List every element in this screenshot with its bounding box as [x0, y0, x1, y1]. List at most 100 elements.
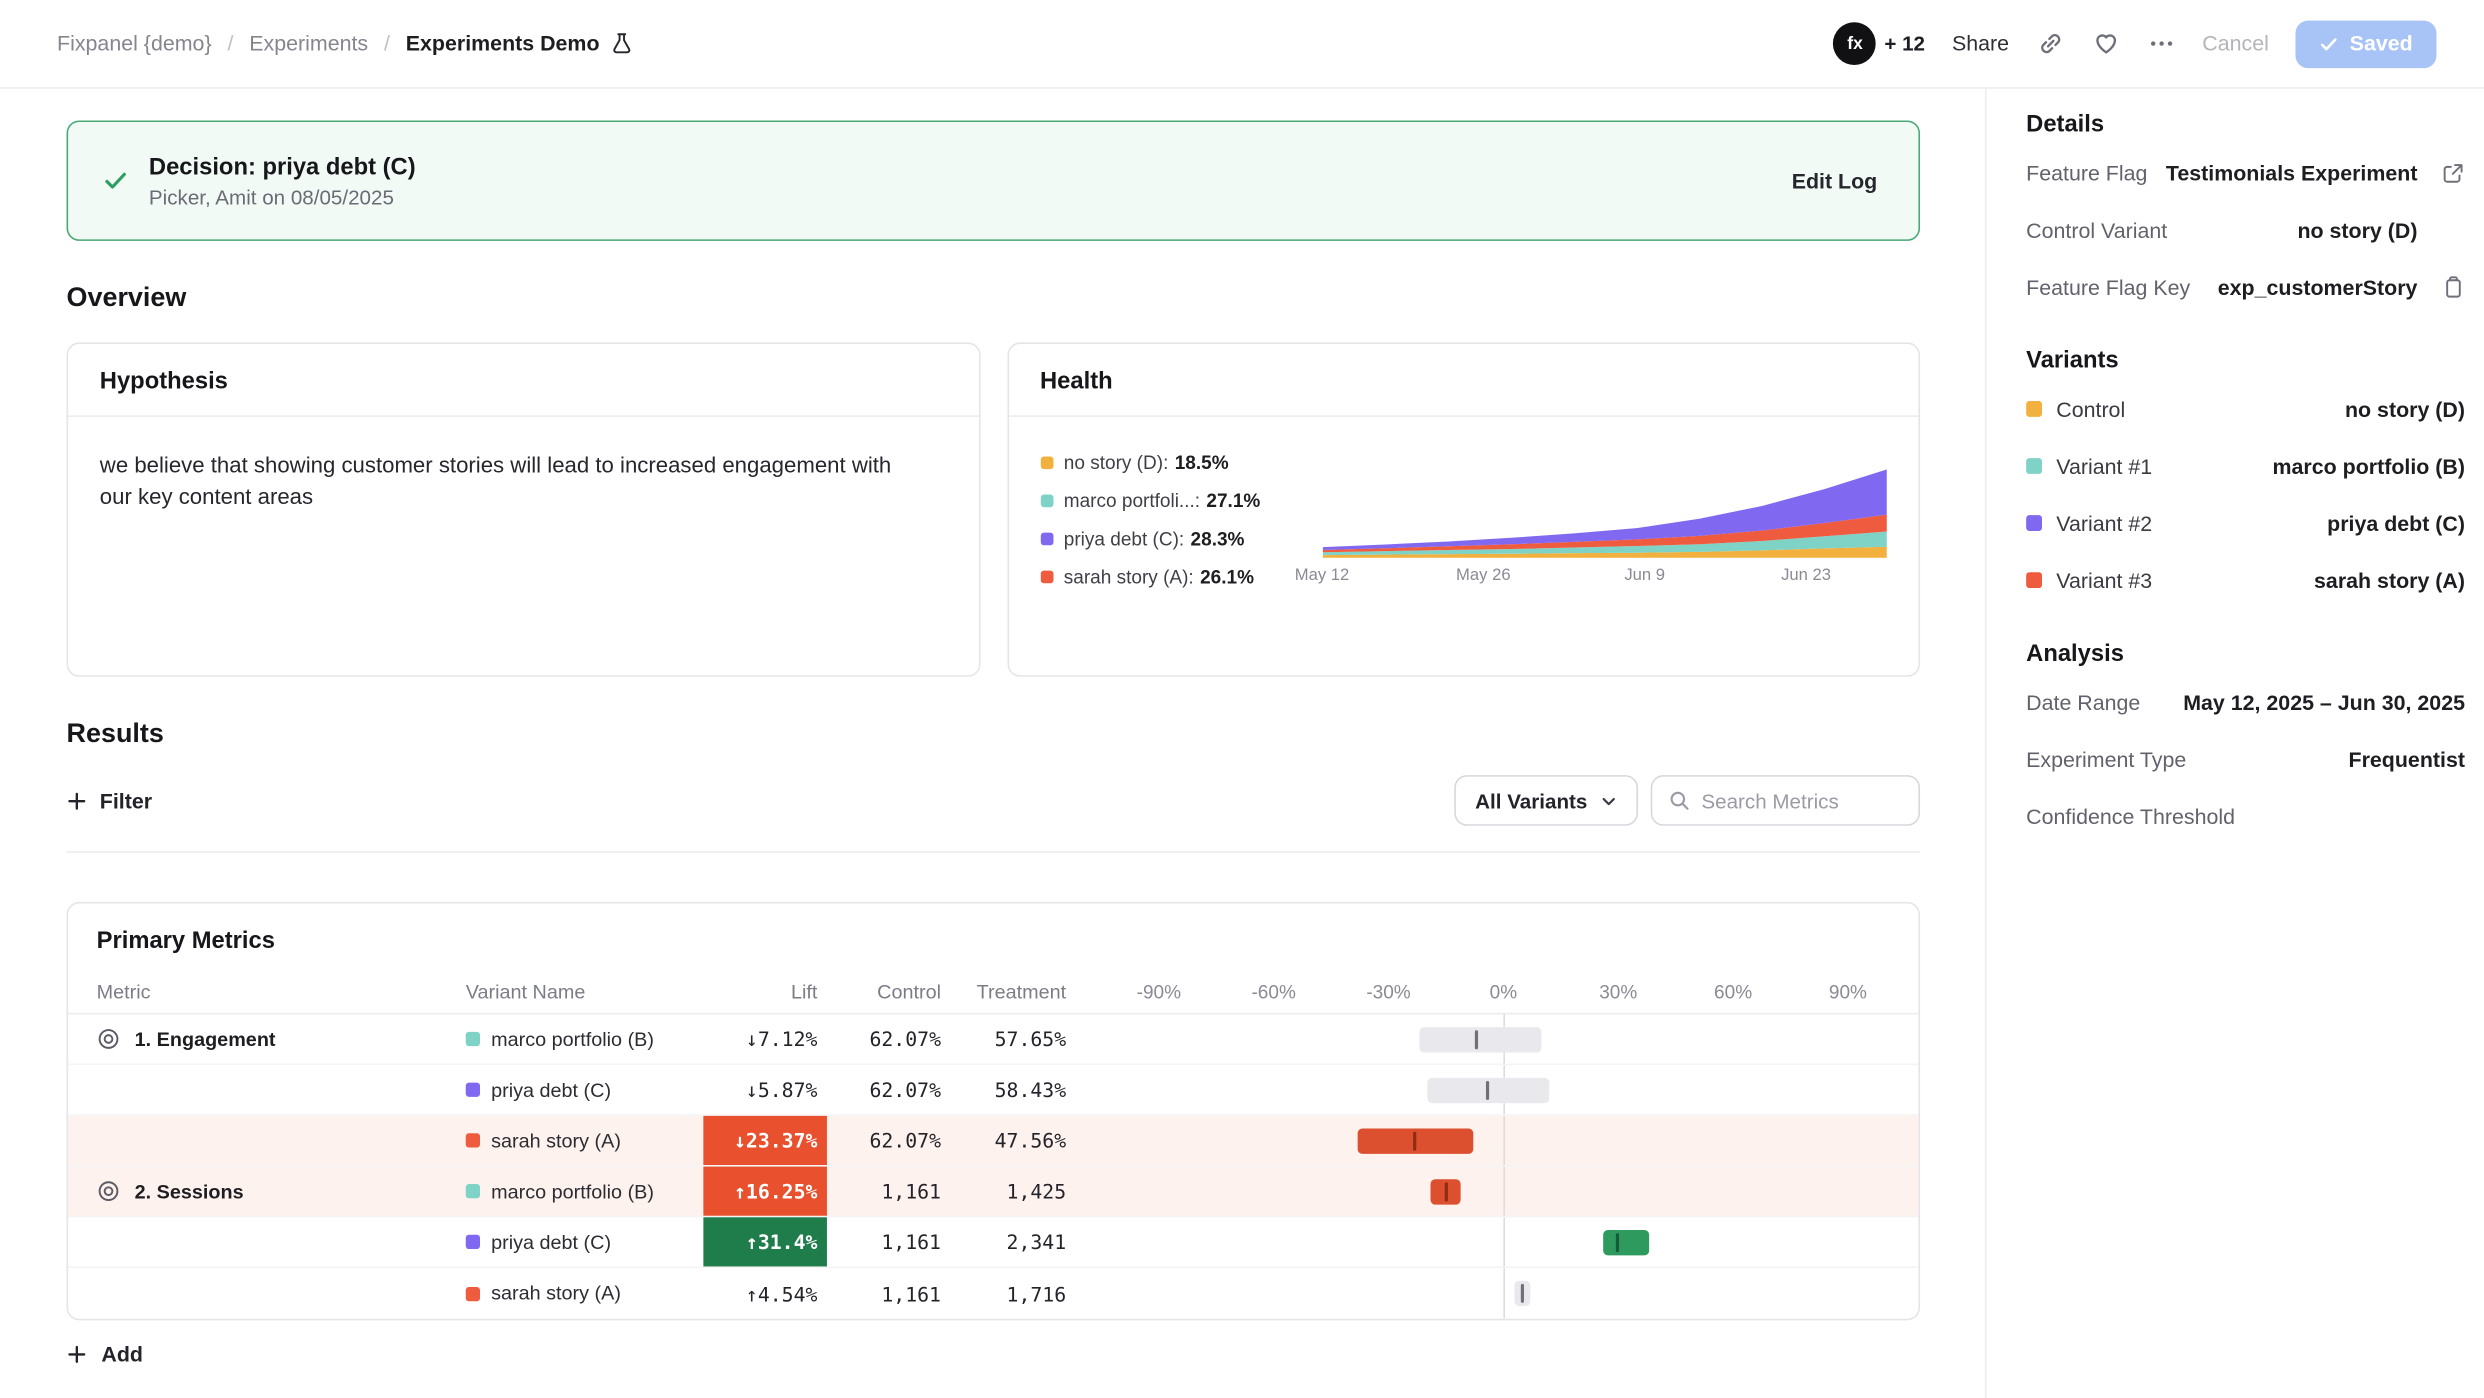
details-section-title: Details: [2026, 111, 2465, 138]
control-value: 1,161: [827, 1230, 951, 1254]
column-header-control: Control: [827, 980, 951, 1002]
variant-color-dot: [466, 1286, 480, 1300]
app: Fixpanel {demo} / Experiments / Experime…: [0, 0, 2484, 1398]
details-section: Details Feature Flag Testimonials Experi…: [2026, 111, 2465, 315]
axis-tick-label: -30%: [1366, 980, 1410, 1002]
link-icon: [2037, 30, 2064, 57]
treatment-value: 1,716: [951, 1281, 1076, 1305]
variant-row-3: Variant #3 sarah story (A): [2026, 552, 2465, 609]
top-bar: Fixpanel {demo} / Experiments / Experime…: [0, 0, 2484, 89]
overview-heading: Overview: [67, 282, 1920, 314]
variant-value: no story (D): [2345, 397, 2465, 421]
filter-label: Filter: [100, 789, 152, 813]
detail-value: no story (D): [2297, 218, 2417, 242]
variant-value: marco portfolio (B): [2273, 454, 2465, 478]
lift-cell: ↓23.37%: [703, 1116, 827, 1165]
confidence-interval-bar: [1419, 1026, 1542, 1051]
variant-value: sarah story (A): [2314, 568, 2465, 592]
details-sidebar: Details Feature Flag Testimonials Experi…: [1985, 89, 2484, 1398]
point-estimate-tick: [1414, 1131, 1417, 1150]
breadcrumb-experiments[interactable]: Experiments: [249, 32, 368, 56]
health-legend-item: priya debt (C):28.3%: [1040, 528, 1322, 550]
x-axis-label: Jun 23: [1781, 566, 1831, 585]
health-area-chart: [1322, 456, 1887, 557]
analysis-value: May 12, 2025 – Jun 30, 2025: [2183, 690, 2465, 714]
analysis-row-experiment-type: Experiment Type Frequentist: [2026, 731, 2465, 788]
add-label: Add: [101, 1343, 143, 1367]
detail-value: Testimonials Experiment: [2166, 161, 2418, 185]
control-value: 62.07%: [827, 1027, 951, 1051]
hypothesis-text: we believe that showing customer stories…: [68, 417, 955, 545]
breadcrumb-project[interactable]: Fixpanel {demo}: [57, 32, 212, 56]
avatar[interactable]: fx: [1834, 22, 1877, 65]
detail-label: Feature Flag: [2026, 161, 2147, 185]
confidence-interval-bar: [1515, 1281, 1530, 1306]
metric-row[interactable]: sarah story (A)↓23.37%62.07%47.56%: [68, 1116, 1918, 1167]
clipboard-icon[interactable]: [2417, 275, 2465, 299]
variant-cell: sarah story (A): [466, 1282, 704, 1304]
treatment-value: 1,425: [951, 1179, 1076, 1203]
chevron-down-icon: [1600, 792, 1617, 809]
x-axis-label: Jun 9: [1624, 566, 1665, 585]
analysis-label: Date Range: [2026, 690, 2140, 714]
zero-line: [1503, 1217, 1505, 1266]
favorite-button[interactable]: [2091, 29, 2120, 58]
ci-chart-cell: [1076, 1167, 1893, 1216]
lift-cell: ↓7.12%: [703, 1014, 827, 1063]
cancel-button[interactable]: Cancel: [2202, 32, 2269, 56]
confidence-interval-bar: [1603, 1229, 1649, 1254]
ci-chart-cell: [1076, 1217, 1893, 1266]
metric-search: [1651, 775, 1920, 826]
breadcrumb-separator: /: [384, 32, 390, 56]
search-input[interactable]: [1701, 789, 1902, 813]
legend-color-swatch: [1040, 456, 1053, 469]
more-menu-button[interactable]: [2147, 29, 2176, 58]
metric-name: 1. Engagement: [135, 1028, 276, 1050]
ci-chart-cell: [1076, 1268, 1893, 1319]
point-estimate-tick: [1486, 1080, 1489, 1099]
avatar-initials: fx: [1847, 34, 1862, 53]
variant-color-swatch: [2026, 458, 2042, 474]
metric-row[interactable]: sarah story (A)↑4.54%1,1611,716: [68, 1268, 1918, 1319]
saved-button[interactable]: Saved: [2296, 20, 2437, 68]
top-bar-actions: fx + 12 Share Cancel: [1834, 20, 2437, 68]
check-icon: [2320, 34, 2339, 53]
variant-color-dot: [466, 1235, 480, 1249]
add-filter-button[interactable]: Filter: [67, 789, 153, 813]
collaborators: fx + 12: [1834, 22, 1925, 65]
health-legend: no story (D):18.5%marco portfoli...:27.1…: [1040, 442, 1322, 588]
copy-link-button[interactable]: [2036, 29, 2065, 58]
metric-row[interactable]: priya debt (C)↑31.4%1,1612,341: [68, 1217, 1918, 1268]
variants-dropdown[interactable]: All Variants: [1455, 775, 1638, 826]
collaborator-count[interactable]: + 12: [1884, 32, 1925, 56]
share-button[interactable]: Share: [1952, 32, 2009, 56]
variant-name: priya debt (C): [491, 1079, 611, 1101]
metrics-table-body: 1. Engagementmarco portfolio (B)↓7.12%62…: [68, 1014, 1918, 1318]
metric-name-cell: 1. Engagement: [97, 1027, 466, 1051]
main-content: Decision: priya debt (C) Picker, Amit on…: [0, 89, 1985, 1398]
variant-row-2: Variant #2 priya debt (C): [2026, 495, 2465, 552]
variant-color-dot: [466, 1083, 480, 1097]
add-metric-button[interactable]: Add: [67, 1343, 143, 1367]
variant-name: priya debt (C): [491, 1231, 611, 1253]
variant-color-swatch: [2026, 401, 2042, 417]
legend-value: 28.3%: [1191, 528, 1245, 550]
point-estimate-tick: [1475, 1029, 1478, 1048]
treatment-value: 58.43%: [951, 1078, 1076, 1102]
x-axis-label: May 26: [1456, 566, 1511, 585]
hypothesis-title: Hypothesis: [68, 344, 978, 417]
confidence-interval-bar: [1427, 1077, 1550, 1102]
legend-label: sarah story (A):: [1064, 566, 1194, 588]
detail-row-control-variant: Control Variant no story (D): [2026, 201, 2465, 258]
hypothesis-card: Hypothesis we believe that showing custo…: [67, 342, 980, 676]
edit-log-button[interactable]: Edit Log: [1792, 169, 1878, 193]
health-legend-item: marco portfoli...:27.1%: [1040, 490, 1322, 512]
analysis-row-confidence-threshold: Confidence Threshold: [2026, 788, 2465, 845]
zero-line: [1503, 1167, 1505, 1216]
metric-row[interactable]: 1. Engagementmarco portfolio (B)↓7.12%62…: [68, 1014, 1918, 1065]
metric-row[interactable]: priya debt (C)↓5.87%62.07%58.43%: [68, 1065, 1918, 1116]
metric-row[interactable]: 2. Sessionsmarco portfolio (B)↑16.25%1,1…: [68, 1167, 1918, 1218]
variant-color-swatch: [2026, 572, 2042, 588]
ci-chart-cell: [1076, 1014, 1893, 1063]
external-link-icon[interactable]: [2417, 161, 2465, 185]
